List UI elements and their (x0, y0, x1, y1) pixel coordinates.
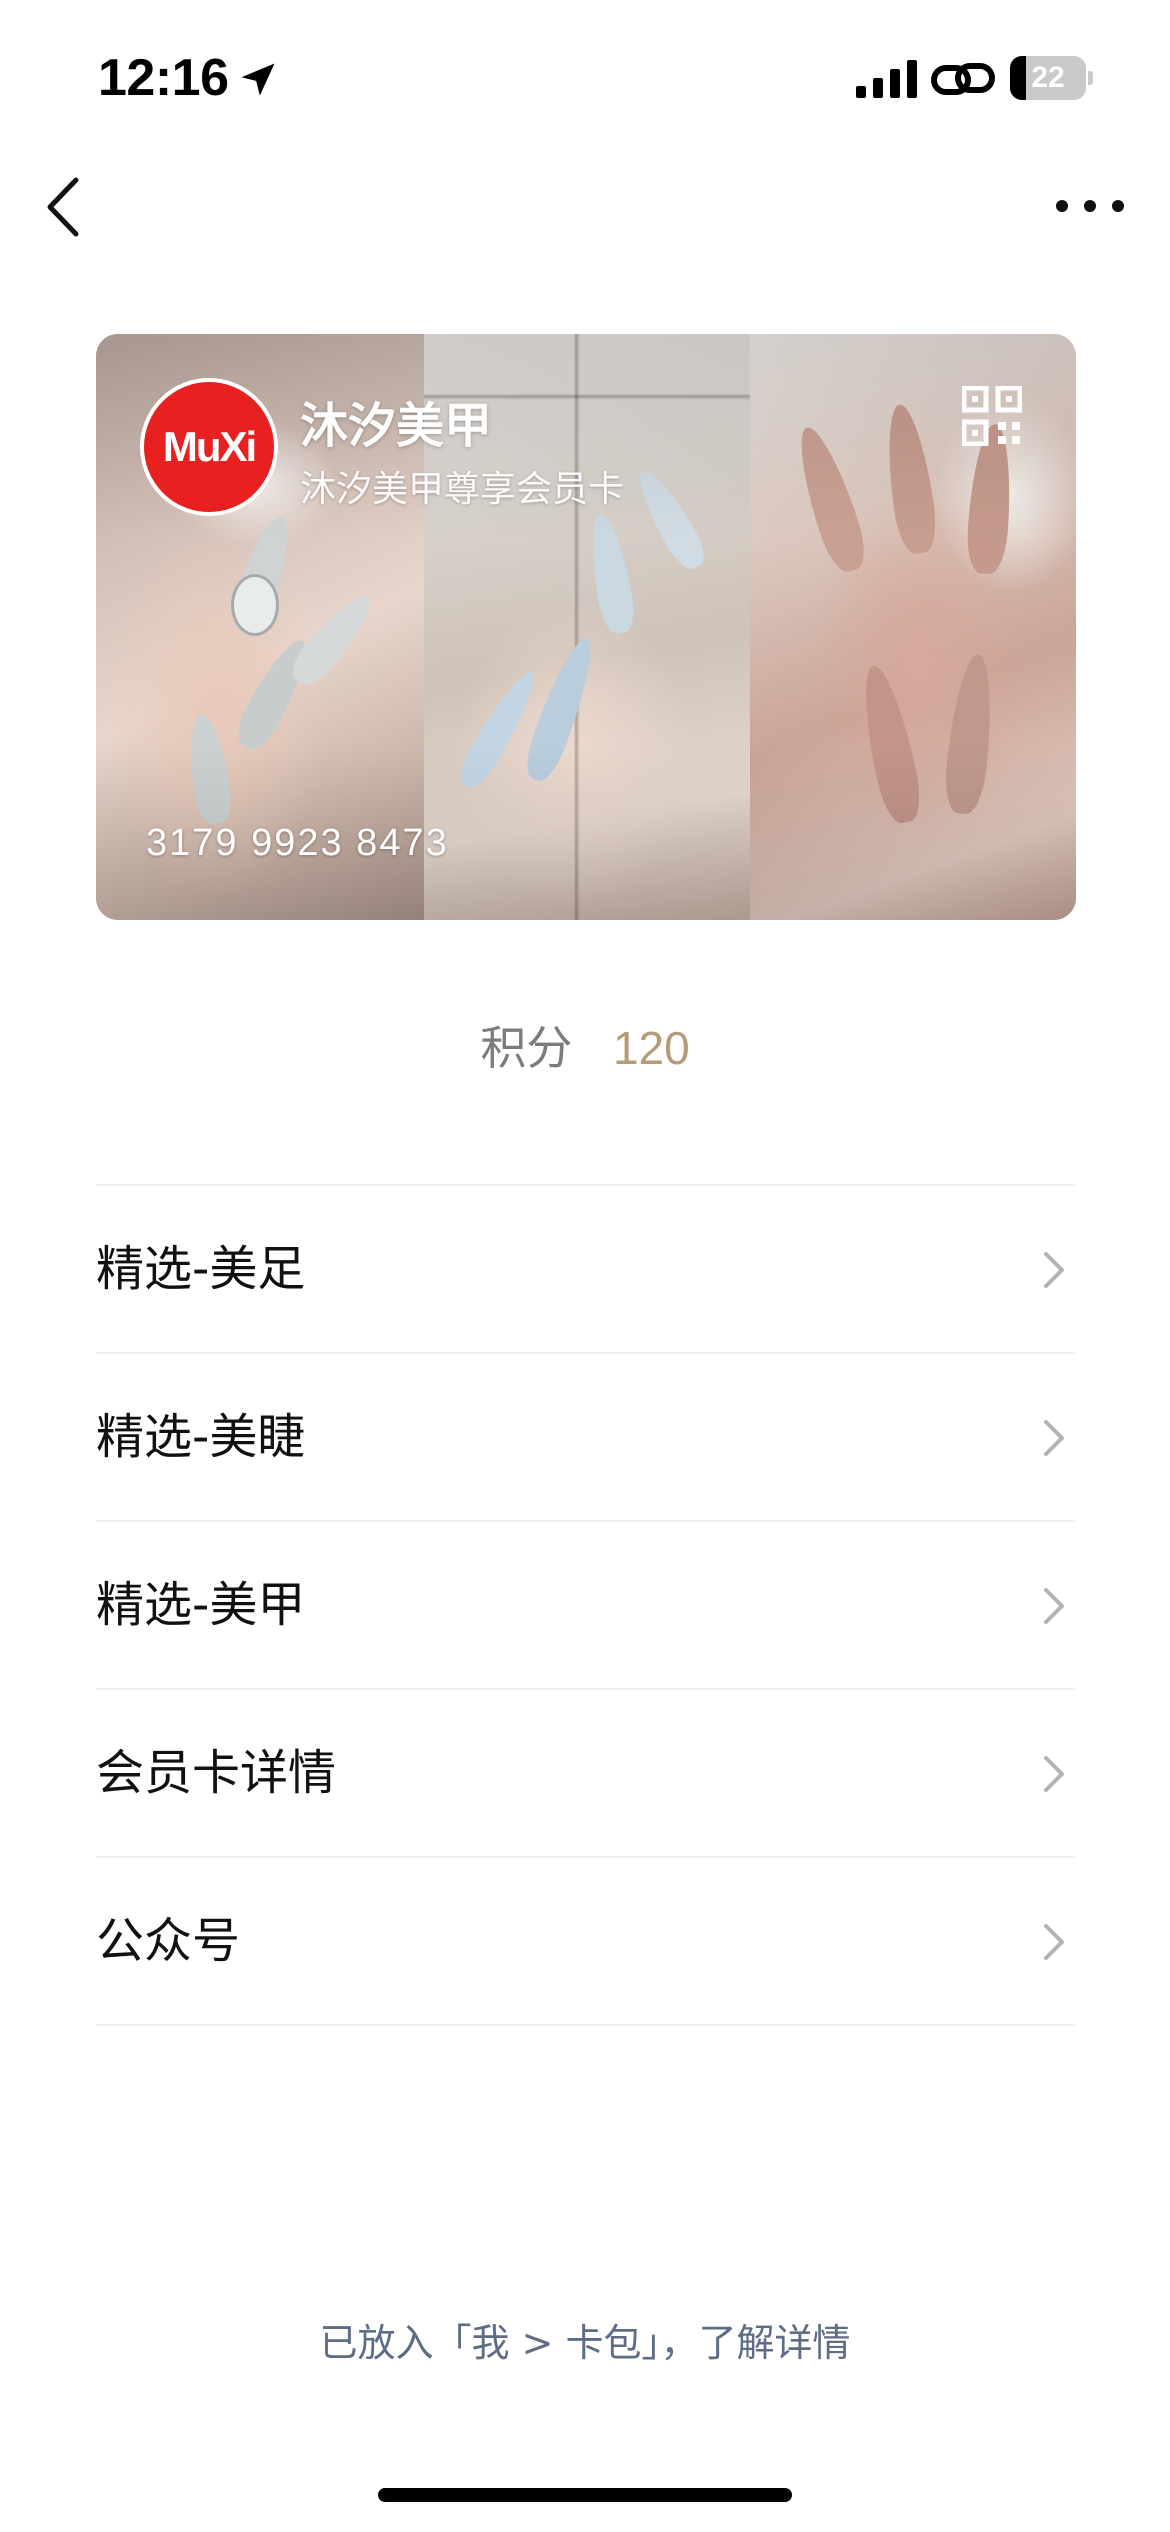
menu-item-featured-manicure[interactable]: 精选-美甲 (96, 1522, 1076, 1690)
chevron-right-icon (1044, 1252, 1064, 1288)
page: 12:16 22 MuXi 沐汐美甲 沐汐美甲尊享会员卡 3179 9923 8… (0, 0, 1170, 2532)
card-subtitle: 沐汐美甲尊享会员卡 (300, 469, 625, 510)
menu-list: 精选-美足 精选-美睫 精选-美甲 会员卡详情 公众号 (96, 1184, 1076, 2026)
chevron-right-icon (1044, 1756, 1064, 1792)
status-time: 12:16 (98, 49, 229, 107)
menu-item-official-account[interactable]: 公众号 (96, 1858, 1076, 2026)
more-icon[interactable] (1050, 184, 1130, 228)
chevron-right-icon (1044, 1588, 1064, 1624)
battery-level: 22 (1031, 61, 1065, 94)
points-value: 120 (612, 1022, 690, 1074)
battery-body: 22 (1010, 56, 1086, 100)
points-row[interactable]: 积分 120 (0, 1012, 1170, 1078)
link-icon (931, 63, 995, 95)
battery-tip (1088, 71, 1093, 85)
card-number: 3179 9923 8473 (146, 822, 449, 864)
home-indicator[interactable] (378, 2488, 792, 2502)
brand-logo-text: MuXi (162, 423, 257, 470)
brand-logo: MuXi (140, 378, 278, 516)
chevron-right-icon (1044, 1924, 1064, 1960)
menu-item-label: 会员卡详情 (96, 1745, 337, 1801)
menu-item-featured-lashes[interactable]: 精选-美睫 (96, 1354, 1076, 1522)
menu-item-label: 精选-美睫 (96, 1409, 306, 1465)
menu-item-label: 精选-美足 (96, 1241, 306, 1297)
card-title: 沐汐美甲 (300, 398, 493, 454)
menu-item-card-details[interactable]: 会员卡详情 (96, 1690, 1076, 1858)
menu-item-label: 精选-美甲 (96, 1577, 306, 1633)
qr-code-icon[interactable] (962, 386, 1022, 446)
menu-item-label: 公众号 (96, 1913, 241, 1969)
signal-icon (856, 60, 917, 98)
chevron-right-icon (1044, 1420, 1064, 1456)
points-label: 积分 (480, 1021, 573, 1075)
back-icon[interactable] (36, 172, 96, 242)
location-arrow-icon (241, 63, 275, 96)
card-wallet-link[interactable]: 已放入「我 > 卡包」，了解详情 (0, 2312, 1170, 2367)
menu-item-featured-pedicure[interactable]: 精选-美足 (96, 1186, 1076, 1354)
membership-card[interactable]: MuXi 沐汐美甲 沐汐美甲尊享会员卡 3179 9923 8473 (96, 334, 1076, 920)
status-bar: 12:16 22 (0, 0, 1170, 150)
battery-icon: 22 (1010, 56, 1093, 100)
